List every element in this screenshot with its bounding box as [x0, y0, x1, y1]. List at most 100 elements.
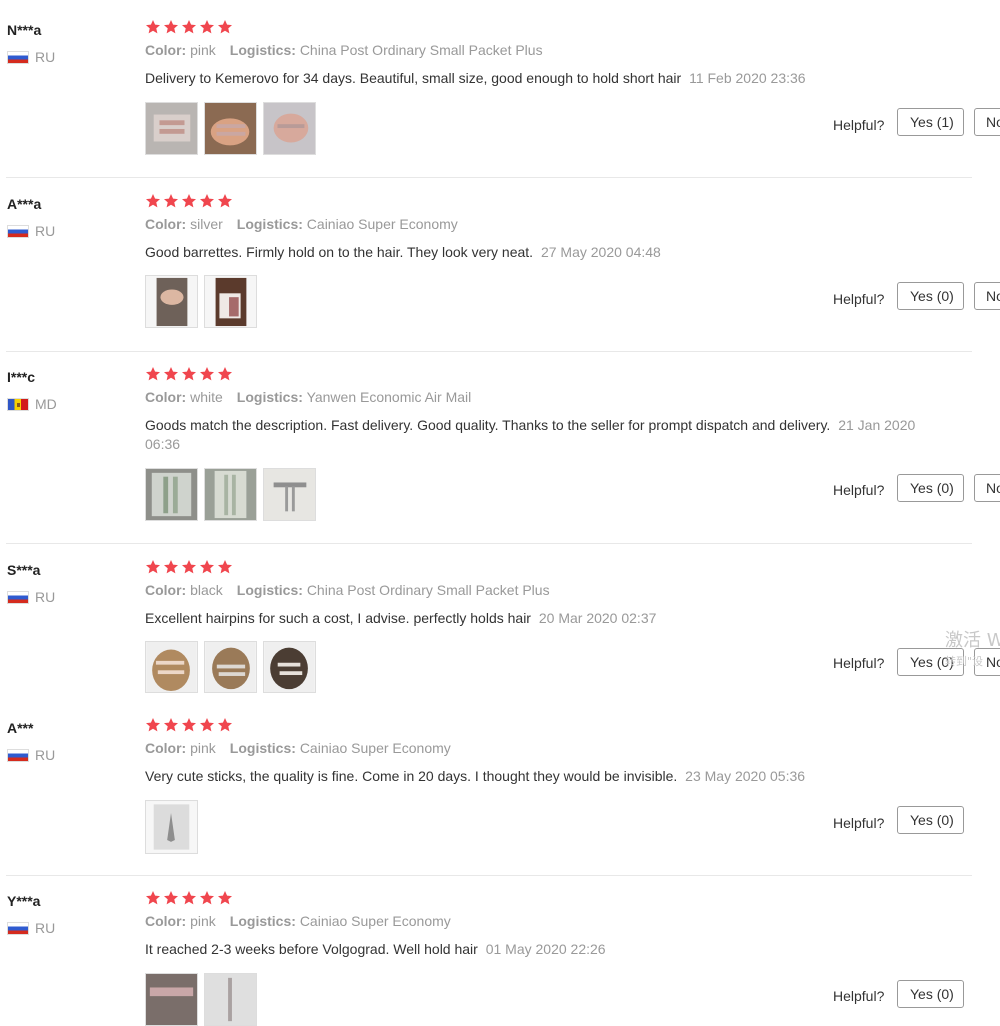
country-code: RU: [35, 223, 56, 239]
color-value: pink: [190, 42, 216, 58]
review-meta: Color: pink Logistics: China Post Ordinar…: [145, 42, 543, 58]
review-meta: Color: pink Logistics: Cainiao Super Econ…: [145, 913, 451, 929]
reviewer-country: RU: [7, 747, 55, 763]
review-photo[interactable]: [263, 468, 316, 521]
helpful-yes-button[interactable]: Yes (0): [897, 806, 964, 834]
reviewer-country: RU: [7, 223, 55, 239]
star-icon: [164, 560, 178, 574]
star-icon: [146, 718, 160, 732]
reviewer-country: RU: [7, 920, 55, 936]
review-photo[interactable]: [204, 102, 257, 155]
star-icon: [164, 367, 178, 381]
color-label: Color:: [145, 913, 187, 929]
review-photo[interactable]: [263, 102, 316, 155]
review-photo[interactable]: [204, 468, 257, 521]
flag-ru-icon: [7, 921, 29, 935]
review-body: Excellent hairpins for such a cost, I ad…: [145, 610, 531, 626]
star-icon: [218, 718, 232, 732]
review-photo[interactable]: [145, 641, 198, 693]
star-icon: [200, 367, 214, 381]
color-label: Color:: [145, 42, 187, 58]
star-rating: [145, 19, 233, 35]
star-icon: [146, 560, 160, 574]
star-icon: [200, 560, 214, 574]
helpful-no-button[interactable]: No: [974, 282, 1000, 310]
star-icon: [164, 194, 178, 208]
logistics-label: Logistics:: [236, 389, 303, 405]
helpful-no-button[interactable]: No: [974, 108, 1000, 136]
helpful-label: Helpful?: [833, 815, 885, 831]
review-photo[interactable]: [204, 641, 257, 693]
flag-ru-icon: [7, 590, 29, 604]
review-body: Very cute sticks, the quality is fine. C…: [145, 768, 678, 784]
star-icon: [146, 194, 160, 208]
review-text: Delivery to Kemerovo for 34 days. Beauti…: [145, 69, 945, 88]
star-icon: [200, 194, 214, 208]
review-photos: [145, 800, 198, 854]
star-icon: [218, 20, 232, 34]
star-icon: [200, 891, 214, 905]
review-date: 11 Feb 2020 23:36: [689, 70, 806, 86]
logistics-value: Cainiao Super Economy: [299, 913, 451, 929]
flag-md-icon: [7, 397, 29, 411]
star-icon: [182, 194, 196, 208]
review-photo[interactable]: [145, 468, 198, 521]
star-icon: [164, 718, 178, 732]
reviewer-country: RU: [7, 589, 55, 605]
review-photo[interactable]: [145, 102, 198, 155]
logistics-value: Yanwen Economic Air Mail: [306, 389, 472, 405]
divider: [6, 875, 972, 876]
reviewer-country: MD: [7, 396, 57, 412]
review-body: Delivery to Kemerovo for 34 days. Beauti…: [145, 70, 682, 86]
reviewer-name: A***a: [7, 196, 42, 212]
review-meta: Color: silver Logistics: Cainiao Super Ec…: [145, 216, 458, 232]
reviewer-name: N***a: [7, 22, 42, 38]
helpful-yes-button[interactable]: Yes (1): [897, 108, 964, 136]
review-meta: Color: white Logistics: Yanwen Economic A…: [145, 389, 471, 405]
star-icon: [182, 560, 196, 574]
reviewer-name: Y***a: [7, 893, 41, 909]
color-value: white: [190, 389, 223, 405]
review-text: Very cute sticks, the quality is fine. C…: [145, 767, 945, 786]
helpful-yes-button[interactable]: Yes (0): [897, 474, 964, 502]
review-photo[interactable]: [145, 275, 198, 328]
review-date: 01 May 2020 22:26: [485, 941, 606, 957]
logistics-label: Logistics:: [236, 582, 303, 598]
reviewer-name: I***c: [7, 369, 36, 385]
review-text: Good barrettes. Firmly hold on to the ha…: [145, 243, 945, 262]
helpful-label: Helpful?: [833, 482, 885, 498]
star-icon: [200, 718, 214, 732]
review-date: 20 Mar 2020 02:37: [538, 610, 657, 626]
star-icon: [218, 194, 232, 208]
helpful-no-button[interactable]: No: [974, 474, 1000, 502]
logistics-label: Logistics:: [229, 913, 296, 929]
color-label: Color:: [145, 740, 187, 756]
review-body: Good barrettes. Firmly hold on to the ha…: [145, 244, 534, 260]
star-icon: [164, 891, 178, 905]
logistics-label: Logistics:: [229, 740, 296, 756]
review-text: It reached 2-3 weeks before Volgograd. W…: [145, 940, 945, 959]
review-photo[interactable]: [145, 800, 198, 854]
star-rating: [145, 366, 233, 382]
review-photos: [145, 102, 316, 155]
review-photo[interactable]: [204, 275, 257, 328]
star-icon: [218, 367, 232, 381]
review-photo[interactable]: [263, 641, 316, 693]
star-icon: [146, 20, 160, 34]
star-icon: [218, 891, 232, 905]
helpful-yes-button[interactable]: Yes (0): [897, 980, 964, 1008]
flag-ru-icon: [7, 748, 29, 762]
star-rating: [145, 193, 233, 209]
logistics-value: China Post Ordinary Small Packet Plus: [299, 42, 543, 58]
divider: [6, 543, 972, 544]
helpful-label: Helpful?: [833, 117, 885, 133]
reviewer-name: A***: [7, 720, 34, 736]
helpful-label: Helpful?: [833, 988, 885, 1004]
color-value: black: [190, 582, 223, 598]
helpful-label: Helpful?: [833, 655, 885, 671]
star-rating: [145, 717, 233, 733]
star-icon: [182, 718, 196, 732]
divider: [6, 351, 972, 352]
reviewer-name: S***a: [7, 562, 41, 578]
helpful-yes-button[interactable]: Yes (0): [897, 282, 964, 310]
